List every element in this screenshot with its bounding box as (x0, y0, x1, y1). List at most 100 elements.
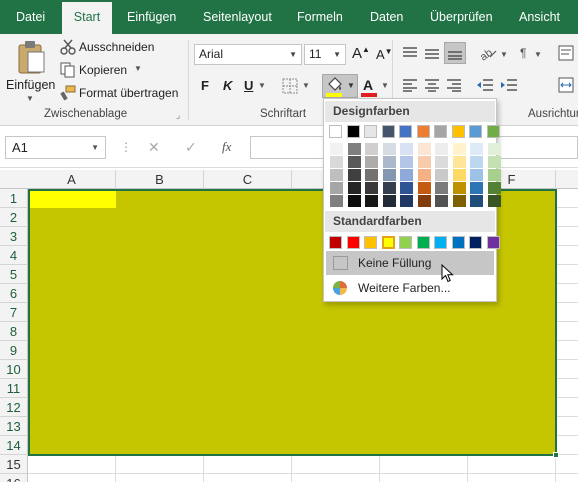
theme-shade-swatch[interactable] (470, 169, 483, 181)
copy-button[interactable]: Kopieren ▼ (60, 61, 146, 79)
theme-shade-swatch[interactable] (347, 182, 361, 194)
theme-color-swatch[interactable] (364, 125, 377, 138)
row-header[interactable]: 5 (0, 265, 28, 284)
row-header[interactable]: 3 (0, 227, 28, 246)
theme-shade-swatch[interactable] (417, 195, 431, 207)
tab-ansicht[interactable]: Ansicht (519, 0, 560, 34)
standard-color-swatch[interactable] (364, 236, 377, 249)
theme-shade-swatch[interactable] (330, 182, 343, 194)
borders-icon[interactable] (282, 78, 298, 94)
row-header[interactable]: 9 (0, 341, 28, 360)
theme-color-swatch[interactable] (451, 125, 465, 138)
theme-color-swatch[interactable] (329, 125, 342, 138)
theme-shade-swatch[interactable] (417, 169, 431, 181)
theme-shade-swatch[interactable] (487, 182, 501, 194)
theme-shade-swatch[interactable] (487, 169, 501, 181)
theme-color-swatch[interactable] (399, 125, 412, 138)
bold-button[interactable]: F (201, 78, 209, 93)
no-fill-item[interactable]: Keine Füllung (326, 251, 494, 275)
name-box[interactable]: A1 ▼ (5, 136, 106, 159)
fill-dropdown-arrow[interactable]: ▼ (347, 81, 355, 90)
row-header[interactable]: 4 (0, 246, 28, 265)
theme-shade-swatch[interactable] (435, 195, 448, 207)
theme-shade-swatch[interactable] (470, 182, 483, 194)
theme-shade-swatch[interactable] (347, 156, 361, 168)
theme-shade-swatch[interactable] (417, 156, 431, 168)
cut-button[interactable]: Ausschneiden (60, 38, 180, 56)
theme-shade-swatch[interactable] (365, 182, 378, 194)
theme-shade-swatch[interactable] (487, 143, 501, 155)
standard-color-swatch[interactable] (469, 236, 482, 249)
theme-shade-swatch[interactable] (417, 182, 431, 194)
text-direction-icon[interactable]: ¶ (520, 46, 526, 60)
theme-shade-swatch[interactable] (382, 143, 396, 155)
theme-shade-swatch[interactable] (330, 169, 343, 181)
standard-color-swatch[interactable] (399, 236, 412, 249)
row-header[interactable]: 15 (0, 455, 28, 474)
tab-datei[interactable]: Datei (16, 0, 45, 34)
align-middle-icon[interactable] (424, 46, 440, 60)
align-center-icon[interactable] (424, 78, 440, 92)
wrap-text-icon[interactable] (558, 45, 574, 61)
orientation-icon[interactable]: ab (478, 45, 498, 61)
theme-shade-swatch[interactable] (365, 195, 378, 207)
font-color-button[interactable]: A (363, 77, 373, 93)
theme-shade-swatch[interactable] (470, 143, 483, 155)
theme-shade-swatch[interactable] (417, 143, 431, 155)
cell-a1-yellow[interactable] (30, 191, 116, 208)
theme-shade-swatch[interactable] (452, 156, 466, 168)
text-direction-dropdown-arrow[interactable]: ▼ (534, 50, 542, 59)
theme-shade-swatch[interactable] (330, 156, 343, 168)
increase-indent-icon[interactable] (500, 78, 518, 92)
paste-dropdown-arrow[interactable]: ▼ (26, 94, 34, 103)
theme-shade-swatch[interactable] (435, 156, 448, 168)
align-bottom-button[interactable] (444, 42, 466, 64)
column-header-a[interactable]: A (28, 170, 116, 189)
standard-color-swatch[interactable] (434, 236, 447, 249)
decrease-indent-icon[interactable] (476, 78, 494, 92)
row-header[interactable]: 1 (0, 189, 28, 208)
copy-dropdown-arrow[interactable]: ▼ (134, 64, 142, 73)
theme-shade-swatch[interactable] (347, 195, 361, 207)
format-painter-button[interactable]: Format übertragen (60, 84, 182, 102)
theme-color-swatch[interactable] (469, 125, 482, 138)
standard-color-swatch[interactable] (486, 236, 500, 249)
theme-color-swatch[interactable] (381, 125, 395, 138)
tab-einfuegen[interactable]: Einfügen (127, 0, 176, 34)
clipboard-dialog-launcher-icon[interactable]: ⌟ (176, 110, 180, 121)
row-header[interactable]: 12 (0, 398, 28, 417)
italic-button[interactable]: K (223, 78, 232, 93)
paste-button[interactable]: Einfügen ▼ (4, 38, 56, 104)
font-size-combo[interactable]: 11 ▼ (304, 44, 346, 65)
row-header[interactable]: 6 (0, 284, 28, 303)
theme-shade-swatch[interactable] (400, 169, 413, 181)
theme-shade-swatch[interactable] (330, 143, 343, 155)
more-colors-item[interactable]: Weitere Farben... (326, 276, 494, 300)
theme-color-swatch[interactable] (346, 125, 360, 138)
tab-seitenlayout[interactable]: Seitenlayout (203, 0, 272, 34)
underline-button[interactable]: U (244, 78, 253, 93)
theme-shade-swatch[interactable] (452, 195, 466, 207)
standard-color-swatch[interactable] (381, 236, 395, 249)
row-header[interactable]: 7 (0, 303, 28, 322)
row-header[interactable]: 14 (0, 436, 28, 455)
merge-center-icon[interactable] (558, 77, 574, 93)
align-right-icon[interactable] (446, 78, 462, 92)
theme-color-swatch[interactable] (416, 125, 430, 138)
standard-color-swatch[interactable] (346, 236, 360, 249)
standard-color-swatch[interactable] (416, 236, 430, 249)
theme-shade-swatch[interactable] (470, 156, 483, 168)
row-header[interactable]: 11 (0, 379, 28, 398)
row-header[interactable]: 8 (0, 322, 28, 341)
borders-dropdown-arrow[interactable]: ▼ (302, 81, 310, 90)
grow-font-button[interactable]: A▲ (352, 45, 370, 62)
theme-shade-swatch[interactable] (435, 182, 448, 194)
theme-shade-swatch[interactable] (382, 182, 396, 194)
theme-shade-swatch[interactable] (347, 169, 361, 181)
tab-formeln[interactable]: Formeln (297, 0, 343, 34)
theme-shade-swatch[interactable] (347, 143, 361, 155)
theme-shade-swatch[interactable] (452, 182, 466, 194)
orientation-dropdown-arrow[interactable]: ▼ (500, 50, 508, 59)
theme-shade-swatch[interactable] (435, 143, 448, 155)
theme-shade-swatch[interactable] (452, 143, 466, 155)
